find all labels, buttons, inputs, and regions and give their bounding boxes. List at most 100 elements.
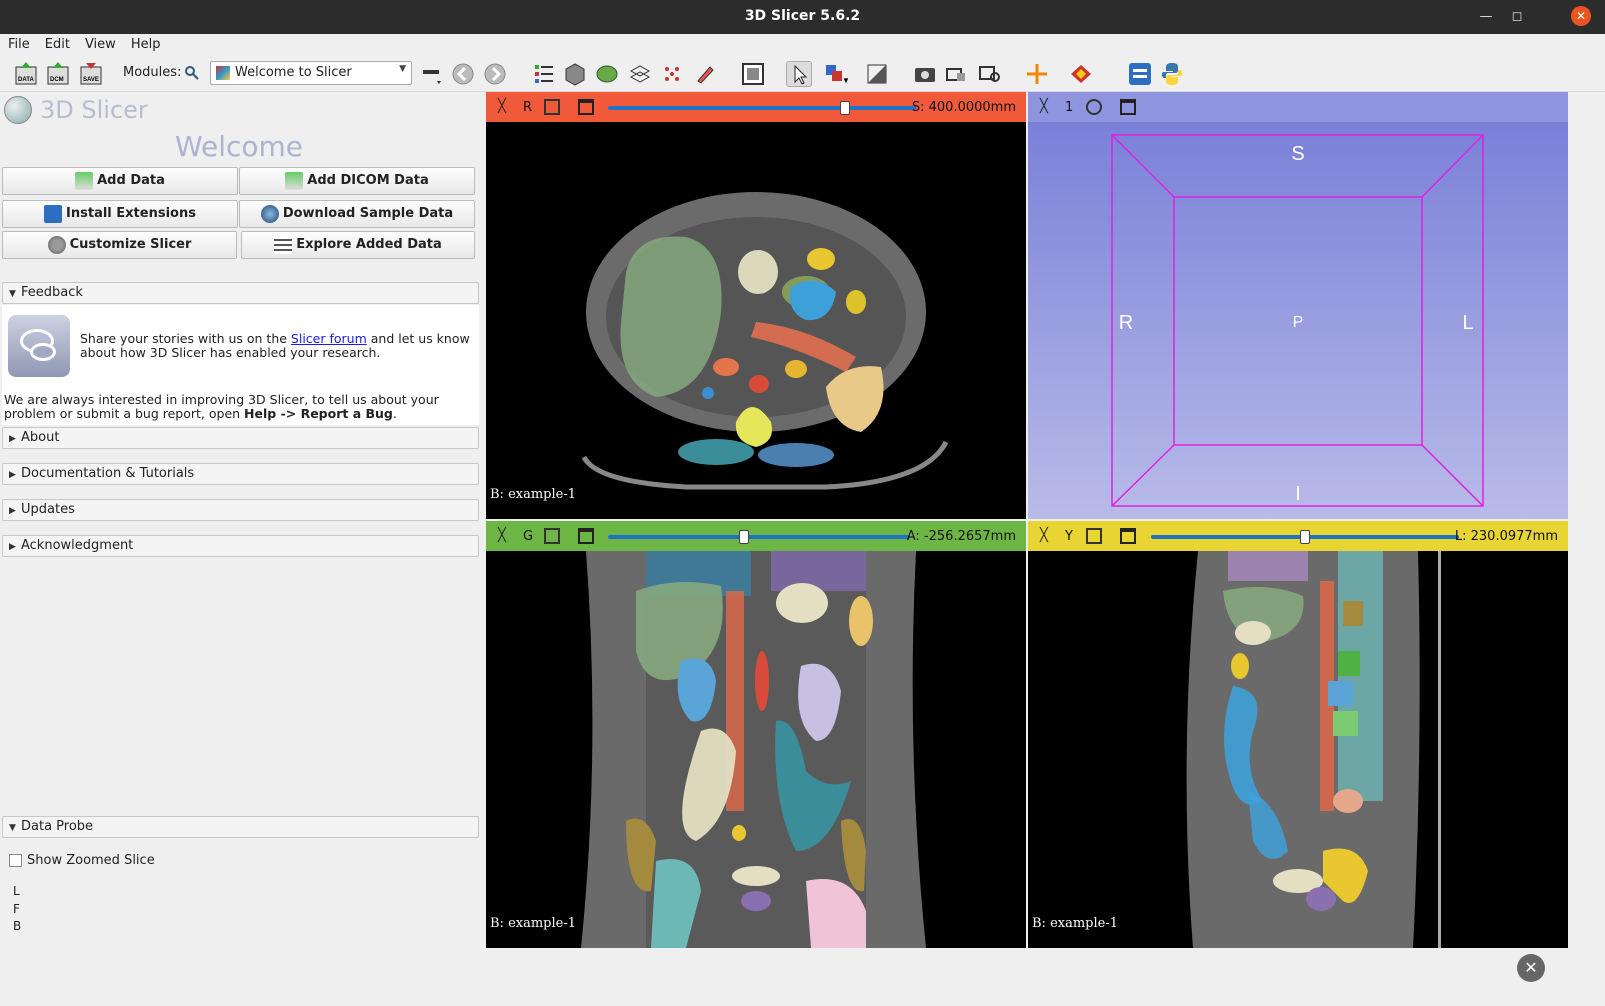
crosshair-icon[interactable] [1024, 61, 1050, 87]
show-zoomed-slice-checkbox[interactable] [9, 854, 22, 867]
place-markup-icon[interactable]: ▼ [822, 61, 850, 87]
visibility-icon[interactable] [1068, 61, 1094, 87]
yellow-slice-view[interactable]: ╳ Y L: 230.0977mm B: example-1 [1028, 521, 1568, 948]
link-view-icon[interactable] [1086, 528, 1102, 544]
threed-view-controller: ╳ 1 [1028, 92, 1568, 122]
add-data-button[interactable]: Add Data [2, 167, 238, 195]
menu-file[interactable]: File [0, 34, 37, 52]
pointer-icon[interactable] [786, 61, 812, 87]
welcome-module-icon [216, 66, 230, 80]
green-slice-view[interactable]: ╳ G A: -256.2657mm B: example-1 [486, 521, 1026, 948]
updates-section-label: Updates [21, 502, 75, 517]
green-slice-canvas[interactable]: B: example-1 [486, 551, 1026, 948]
transforms-module-icon[interactable] [627, 61, 653, 87]
docs-section-header[interactable]: ▶ Documentation & Tutorials [2, 463, 479, 485]
slicer-forum-link[interactable]: Slicer forum [291, 331, 367, 346]
red-slice-view[interactable]: ╳ R S: 400.0000mm B: example-1 [486, 92, 1026, 519]
layout-icon[interactable] [740, 61, 766, 87]
volumes-module-icon[interactable] [562, 61, 588, 87]
threed-canvas[interactable]: S I R L P [1028, 122, 1568, 519]
green-view-controller: ╳ G A: -256.2657mm [486, 521, 1026, 551]
inferior-label: I [1295, 483, 1301, 505]
chevron-right-icon: ▶ [9, 470, 16, 480]
report-bug-menu-path: Help -> Report a Bug [244, 406, 393, 421]
close-icon[interactable]: ✕ [1571, 6, 1591, 26]
segment-editor-icon[interactable] [692, 61, 718, 87]
dicom-icon[interactable]: DCM [45, 61, 71, 87]
zoom-view-icon[interactable] [977, 61, 1003, 87]
menu-bar: File Edit View Help [0, 34, 1605, 56]
data-probe-section-label: Data Probe [21, 819, 94, 834]
maximize-view-icon[interactable] [578, 528, 594, 544]
module-selector-value: Welcome to Slicer [235, 65, 352, 80]
about-section-header[interactable]: ▶ About [2, 427, 479, 449]
install-extensions-button[interactable]: Install Extensions [2, 200, 238, 228]
module-selector[interactable]: Welcome to Slicer ▼ [210, 61, 412, 85]
menu-help[interactable]: Help [123, 34, 168, 52]
markups-module-icon[interactable] [659, 61, 685, 87]
scene-view-icon[interactable] [943, 61, 969, 87]
chevron-right-icon: ▶ [9, 542, 16, 552]
pin-icon[interactable]: ╳ [498, 528, 506, 543]
chevron-down-icon: ▼ [399, 64, 406, 74]
maximize-view-icon[interactable] [1120, 99, 1136, 115]
left-label: L [1462, 312, 1473, 334]
feedback-section-header[interactable]: ▼ Feedback [2, 282, 479, 304]
chevron-right-icon: ▶ [9, 434, 16, 444]
pin-icon[interactable]: ╳ [498, 99, 506, 114]
python-console-icon[interactable] [1159, 61, 1185, 87]
center-view-icon[interactable] [1086, 99, 1102, 115]
app-name: 3D Slicer [40, 96, 148, 124]
updates-section-header[interactable]: ▶ Updates [2, 499, 479, 521]
maximize-icon[interactable]: ◻ [1508, 8, 1526, 26]
add-dicom-button[interactable]: Add DICOM Data [239, 167, 475, 195]
yellow-slice-canvas[interactable]: B: example-1 [1028, 551, 1568, 948]
models-module-icon[interactable] [594, 61, 620, 87]
back-arrow-icon[interactable] [450, 61, 476, 87]
error-log-icon[interactable]: ✕ [1517, 954, 1545, 982]
red-slice-canvas[interactable]: B: example-1 [486, 122, 1026, 519]
probe-row-l: L [13, 884, 20, 898]
module-history-icon[interactable] [420, 61, 446, 87]
red-view-controller: ╳ R S: 400.0000mm [486, 92, 1026, 122]
link-view-icon[interactable] [544, 528, 560, 544]
yellow-slice-slider[interactable] [1151, 530, 1459, 544]
chevron-down-icon: ▼ [9, 289, 16, 299]
red-background-label: B: example-1 [490, 487, 577, 502]
red-slider-knob[interactable] [840, 101, 851, 115]
threed-view[interactable]: ╳ 1 S I R L P [1028, 92, 1568, 519]
pin-icon[interactable]: ╳ [1040, 528, 1048, 543]
right-label: R [1119, 312, 1133, 334]
red-slice-slider[interactable] [608, 101, 916, 115]
acknowledgment-section-header[interactable]: ▶ Acknowledgment [2, 535, 479, 557]
pin-icon[interactable]: ╳ [1040, 99, 1048, 114]
download-sample-button[interactable]: Download Sample Data [239, 200, 475, 228]
green-view-label: G [523, 529, 534, 544]
window-level-icon[interactable] [864, 61, 890, 87]
menu-edit[interactable]: Edit [37, 34, 77, 52]
screenshot-icon[interactable] [912, 61, 938, 87]
data-probe-section-header[interactable]: ▼ Data Probe [2, 816, 479, 838]
yellow-background-label: B: example-1 [1032, 916, 1119, 931]
add-dicom-label: Add DICOM Data [307, 173, 429, 188]
svg-text:SAVE: SAVE [83, 77, 99, 83]
maximize-view-icon[interactable] [578, 99, 594, 115]
menu-view[interactable]: View [77, 34, 123, 52]
green-slice-slider[interactable] [608, 530, 910, 544]
green-background-label: B: example-1 [490, 916, 577, 931]
module-search-icon[interactable] [184, 65, 200, 81]
toolbar: DATA DCM SAVE Modules: Welcome to Slicer… [0, 56, 1605, 92]
maximize-view-icon[interactable] [1120, 528, 1136, 544]
yellow-slider-knob[interactable] [1300, 530, 1310, 544]
explore-data-button[interactable]: Explore Added Data [241, 231, 475, 259]
minimize-icon[interactable]: — [1477, 8, 1495, 26]
extensions-manager-icon[interactable] [1127, 61, 1153, 87]
threed-view-label: 1 [1065, 100, 1074, 115]
link-view-icon[interactable] [544, 99, 560, 115]
green-slider-knob[interactable] [738, 530, 749, 544]
add-data-icon[interactable]: DATA [13, 61, 39, 87]
forward-arrow-icon[interactable] [482, 61, 508, 87]
data-module-icon[interactable] [531, 61, 557, 87]
customize-button[interactable]: Customize Slicer [2, 231, 237, 259]
save-icon[interactable]: SAVE [78, 61, 104, 87]
